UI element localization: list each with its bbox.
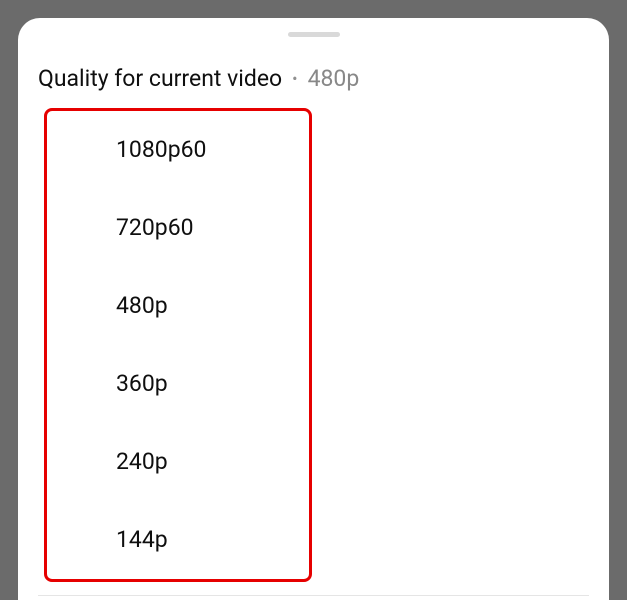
sheet-header: Quality for current video • 480p — [18, 65, 609, 110]
quality-option-1080p60[interactable]: 1080p60 — [116, 110, 589, 188]
option-label: 360p — [116, 370, 168, 397]
drag-handle[interactable] — [288, 32, 340, 37]
option-label: 240p — [116, 448, 168, 475]
quality-option-360p[interactable]: 360p — [116, 344, 589, 422]
option-label: 480p — [116, 292, 168, 319]
separator-dot: • — [292, 69, 297, 88]
quality-options-container: 1080p60 720p60 480p 360p 240p 144p — [38, 110, 589, 578]
sheet-title: Quality for current video — [38, 65, 282, 92]
quality-option-144p[interactable]: 144p — [116, 500, 589, 578]
current-quality-value: 480p — [308, 65, 360, 92]
quality-option-240p[interactable]: 240p — [116, 422, 589, 500]
quality-bottom-sheet: Quality for current video • 480p 1080p60… — [18, 18, 609, 600]
divider — [38, 595, 589, 596]
quality-option-720p60[interactable]: 720p60 — [116, 188, 589, 266]
option-label: 720p60 — [116, 214, 194, 241]
option-label: 144p — [116, 526, 168, 553]
option-label: 1080p60 — [116, 136, 206, 163]
quality-option-480p[interactable]: 480p — [116, 266, 589, 344]
quality-options-list: 1080p60 720p60 480p 360p 240p 144p — [38, 110, 589, 578]
